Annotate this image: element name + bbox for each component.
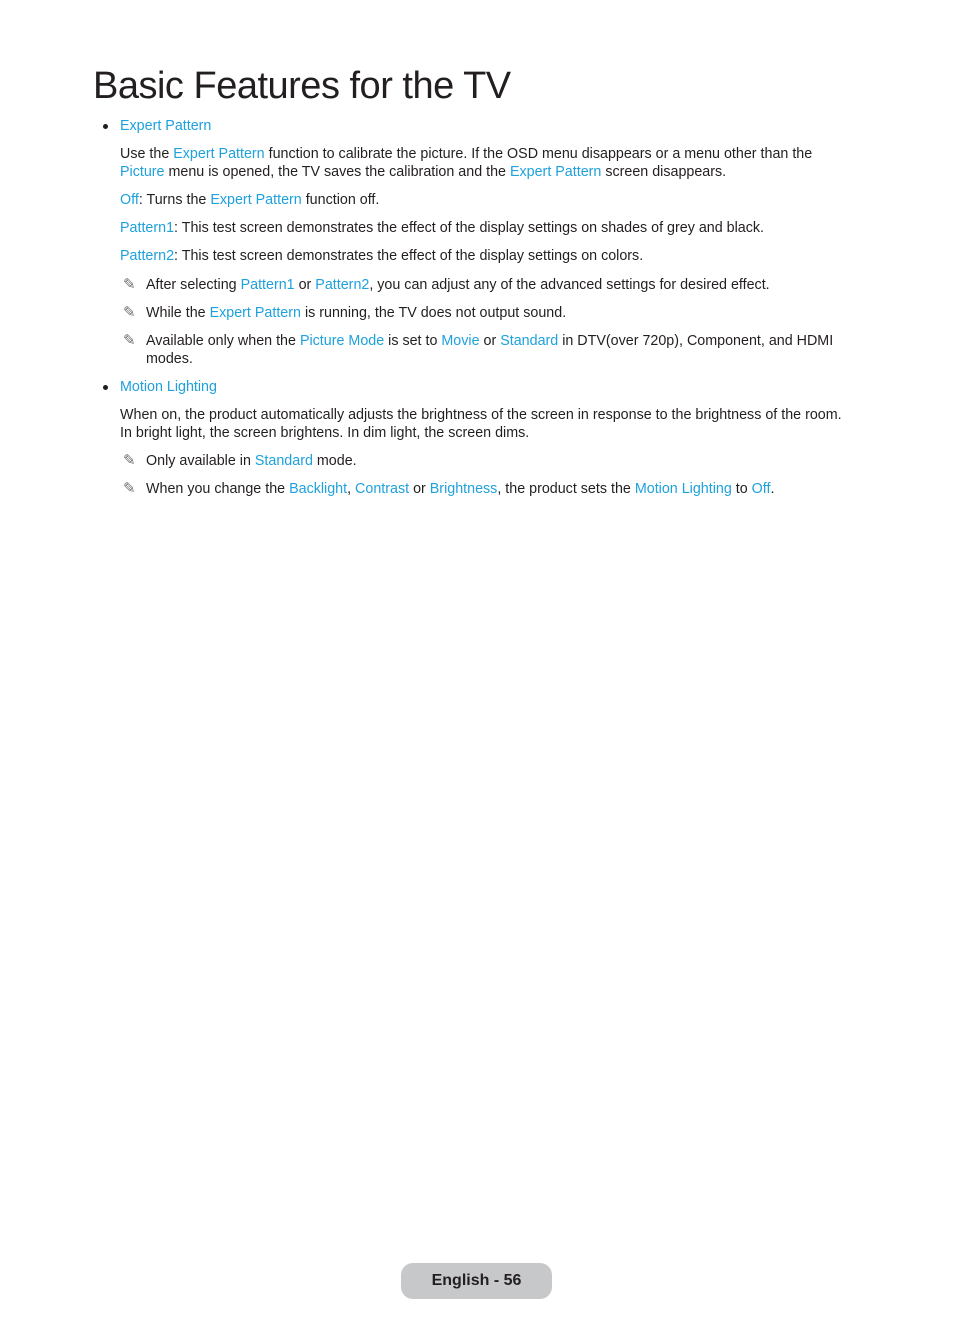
text: When you change the — [146, 481, 290, 497]
text: is set to — [384, 333, 442, 349]
note-after-selecting: ✎ After selecting Pattern1 or Pattern2, y… — [123, 276, 881, 294]
term-motion-lighting: Motion Lighting — [634, 481, 732, 497]
term-pattern2: Pattern2 — [120, 248, 175, 264]
pencil-note-icon: ✎ — [123, 304, 136, 321]
term-picture: Picture — [120, 164, 165, 180]
motion-lighting-description: When on, the product automatically adjus… — [120, 407, 842, 441]
note-standard-only: ✎ Only available in Standard mode. — [123, 452, 881, 470]
text: menu is opened, the TV saves the calibra… — [164, 164, 510, 180]
text: screen disappears. — [601, 164, 727, 180]
text: is running, the TV does not output sound… — [300, 305, 567, 321]
option-pattern2: Pattern2: This test screen demonstrates … — [120, 247, 855, 265]
pencil-note-icon: ✎ — [123, 480, 136, 497]
bullet-heading-motion-lighting: Motion Lighting — [103, 379, 217, 395]
text: , you can adjust any of the advanced set… — [369, 277, 770, 293]
text: , — [347, 481, 356, 497]
term-expert-pattern: Expert Pattern — [209, 305, 301, 321]
text: function to calibrate the picture. If th… — [264, 146, 813, 162]
text: mode. — [312, 453, 357, 469]
text: or — [409, 481, 430, 497]
text: After selecting — [146, 277, 241, 293]
option-pattern1: Pattern1: This test screen demonstrates … — [120, 219, 855, 237]
term-brightness: Brightness — [429, 481, 498, 497]
term-pattern1: Pattern1 — [120, 220, 175, 236]
text: Available only when the — [146, 333, 300, 349]
note-availability: ✎ Available only when the Picture Mode is… — [123, 332, 851, 368]
term-standard: Standard — [254, 453, 313, 469]
text: : Turns the — [138, 192, 211, 208]
text: function off. — [301, 192, 380, 208]
term-backlight: Backlight — [289, 481, 348, 497]
text: Use the — [120, 146, 174, 162]
text: or — [294, 277, 316, 293]
term-movie: Movie — [441, 333, 480, 349]
pencil-note-icon: ✎ — [123, 452, 136, 469]
bullet-heading-expert-pattern: Expert Pattern — [102, 118, 212, 134]
term-picture-mode: Picture Mode — [299, 333, 385, 349]
term-standard: Standard — [500, 333, 559, 349]
term-expert-pattern: Expert Pattern — [210, 192, 302, 208]
option-off: Off: Turns the Expert Pattern function o… — [120, 191, 855, 209]
note-change-settings: ✎ When you change the Backlight, Contrast… — [123, 480, 881, 498]
text: or — [479, 333, 501, 349]
text: to — [731, 481, 752, 497]
text: While the — [146, 305, 210, 321]
term-off: Off — [120, 192, 139, 208]
expert-pattern-description: Use the Expert Pattern function to calib… — [120, 145, 855, 181]
term-contrast: Contrast — [355, 481, 410, 497]
text: : This test screen demonstrates the effe… — [174, 220, 764, 236]
term-off: Off — [751, 481, 771, 497]
page-title: Basic Features for the TV — [93, 65, 511, 107]
term-expert-pattern: Expert Pattern — [509, 164, 602, 180]
text: Only available in — [146, 453, 255, 469]
text: . — [770, 481, 775, 497]
text: , the product sets the — [497, 481, 635, 497]
text: : This test screen demonstrates the effe… — [174, 248, 644, 264]
pencil-note-icon: ✎ — [123, 332, 136, 349]
note-no-sound: ✎ While the Expert Pattern is running, th… — [123, 304, 881, 322]
term-expert-pattern: Expert Pattern — [173, 146, 265, 162]
term-pattern2: Pattern2 — [315, 277, 370, 293]
page-number-badge: English - 56 — [401, 1263, 552, 1299]
term-pattern1: Pattern1 — [240, 277, 295, 293]
pencil-note-icon: ✎ — [123, 276, 136, 293]
